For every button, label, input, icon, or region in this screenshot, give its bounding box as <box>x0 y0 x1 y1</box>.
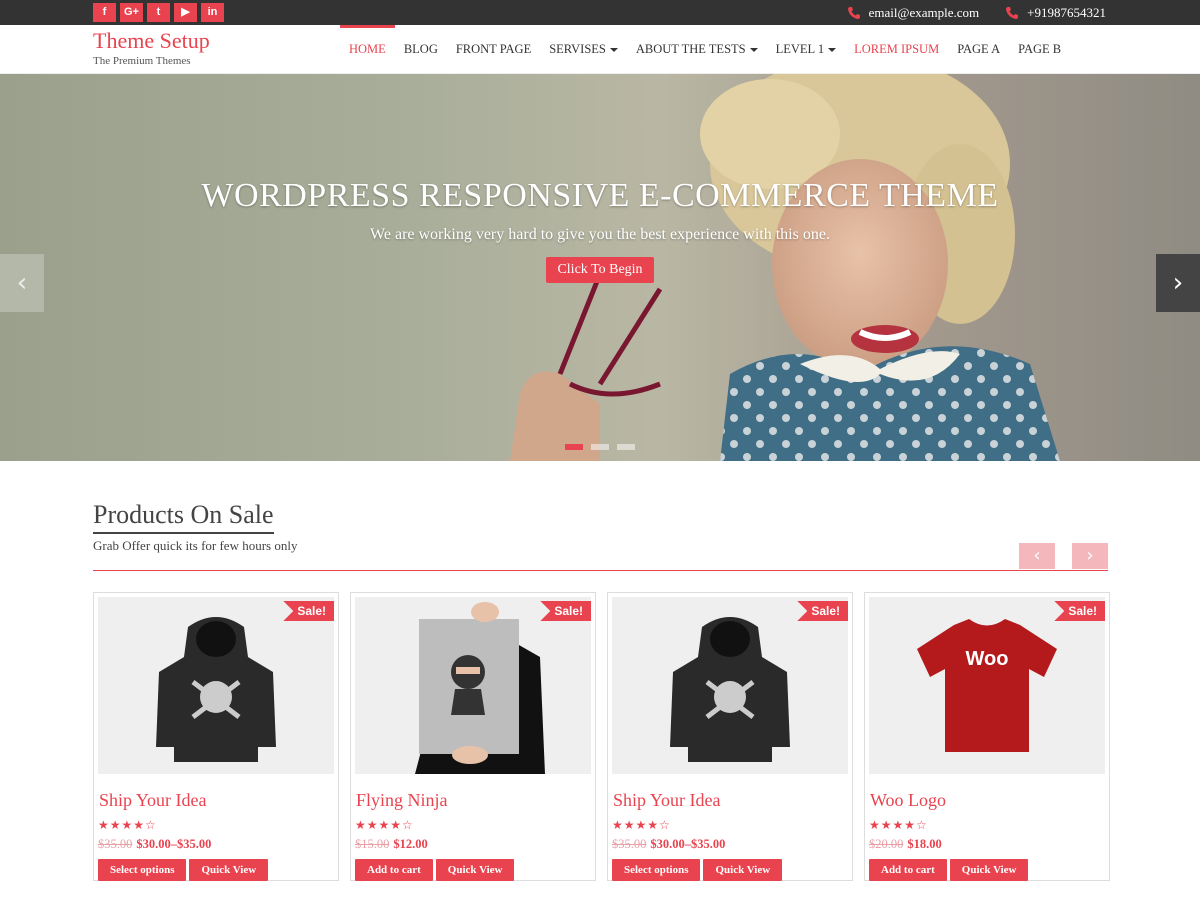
product-image[interactable]: Woo Sale! <box>869 597 1105 774</box>
product-name[interactable]: Ship Your Idea <box>612 790 848 811</box>
section-divider <box>93 570 1108 571</box>
rating-stars: ★★★★☆ <box>612 818 671 832</box>
contact-info: email@example.com +91987654321 <box>847 0 1106 25</box>
hero-subtitle: We are working very hard to give you the… <box>370 226 830 243</box>
ninja-poster-image <box>355 597 591 774</box>
facebook-icon[interactable]: f <box>93 3 116 22</box>
rating-stars: ★★★★☆ <box>355 818 414 832</box>
main-nav: Home Blog Front Page Servises About The … <box>340 25 1070 74</box>
slider-next-button[interactable]: › <box>1156 254 1200 312</box>
product-card[interactable]: Sale! Ship Your Idea ★★★★☆ $35.00 $30.00–… <box>93 592 339 881</box>
chevron-left-icon: ‹ <box>16 268 28 298</box>
quick-view-button[interactable]: Quick View <box>435 859 515 881</box>
product-name[interactable]: Ship Your Idea <box>98 790 334 811</box>
nav-item-lorem-ipsum[interactable]: Lorem Ipsum <box>845 25 948 74</box>
tshirt-image: Woo <box>869 597 1105 774</box>
products-on-sale-section: Products On Sale Grab Offer quick its fo… <box>93 500 1110 881</box>
tshirt-logo-text: Woo <box>966 648 1009 670</box>
sale-price: $30.00–$35.00 <box>650 837 726 851</box>
hoodie-image <box>612 597 848 774</box>
product-card[interactable]: Woo Sale! Woo Logo ★★★★☆ $20.00 $18.00 Ad… <box>864 592 1110 881</box>
sale-price: $30.00–$35.00 <box>136 837 212 851</box>
product-image[interactable]: Sale! <box>355 597 591 774</box>
twitter-icon[interactable]: t <box>147 3 170 22</box>
carousel-next-button[interactable]: › <box>1072 543 1108 569</box>
hero-title: WordPress Responsive E-Commerce Theme <box>201 177 999 214</box>
sale-price: $18.00 <box>907 837 942 851</box>
nav-item-blog[interactable]: Blog <box>395 25 447 74</box>
select-options-button[interactable]: Select options <box>612 859 701 881</box>
sale-price: $12.00 <box>393 837 428 851</box>
quick-view-button[interactable]: Quick View <box>949 859 1029 881</box>
caret-down-icon <box>749 47 758 52</box>
nav-item-about-the-tests[interactable]: About The Tests <box>627 25 767 74</box>
product-list: Sale! Ship Your Idea ★★★★☆ $35.00 $30.00–… <box>93 592 1110 881</box>
phone-icon <box>847 6 860 19</box>
nav-item-page-a[interactable]: Page A <box>948 25 1009 74</box>
slider-dot[interactable] <box>617 444 635 450</box>
slider-prev-button[interactable]: ‹ <box>0 254 44 312</box>
product-card[interactable]: Sale! Ship Your Idea ★★★★☆ $35.00 $30.00–… <box>607 592 853 881</box>
old-price: $15.00 <box>355 837 390 851</box>
add-to-cart-button[interactable]: Add to cart <box>869 859 947 881</box>
product-card[interactable]: Sale! Flying Ninja ★★★★☆ $15.00 $12.00 Ad… <box>350 592 596 881</box>
old-price: $20.00 <box>869 837 904 851</box>
carousel-prev-button[interactable]: ‹ <box>1019 543 1055 569</box>
site-title[interactable]: Theme Setup <box>93 28 210 54</box>
site-tagline: The Premium Themes <box>93 55 191 67</box>
nav-item-home[interactable]: Home <box>340 25 395 74</box>
site-branding: Theme Setup The Premium Themes <box>93 28 210 67</box>
hero-caption: WordPress Responsive E-Commerce Theme We… <box>0 178 1200 283</box>
hero-slider: WordPress Responsive E-Commerce Theme We… <box>0 74 1200 461</box>
hero-cta-button[interactable]: Click To Begin <box>546 257 654 283</box>
contact-email[interactable]: email@example.com <box>869 5 980 21</box>
slider-dot[interactable] <box>591 444 609 450</box>
caret-down-icon <box>828 47 837 52</box>
product-name[interactable]: Woo Logo <box>869 790 1105 811</box>
section-subtitle: Grab Offer quick its for few hours only <box>93 538 298 553</box>
old-price: $35.00 <box>98 837 133 851</box>
rating-stars: ★★★★☆ <box>98 818 157 832</box>
nav-item-level-1[interactable]: Level 1 <box>767 25 845 74</box>
contact-phone[interactable]: +91987654321 <box>1027 5 1106 21</box>
chevron-right-icon: › <box>1172 268 1184 298</box>
top-bar: f G+ t ▶ in email@example.com +919876543… <box>0 0 1200 25</box>
linkedin-icon[interactable]: in <box>201 3 224 22</box>
quick-view-button[interactable]: Quick View <box>703 859 783 881</box>
add-to-cart-button[interactable]: Add to cart <box>355 859 433 881</box>
product-price: $35.00 $30.00–$35.00 <box>98 837 334 852</box>
nav-item-servises[interactable]: Servises <box>540 25 627 74</box>
product-image[interactable]: Sale! <box>612 597 848 774</box>
slider-dot[interactable] <box>565 444 583 450</box>
social-links: f G+ t ▶ in <box>93 3 224 22</box>
nav-item-front-page[interactable]: Front Page <box>447 25 540 74</box>
phone-icon <box>1006 6 1019 19</box>
quick-view-button[interactable]: Quick View <box>189 859 269 881</box>
caret-down-icon <box>609 47 618 52</box>
hoodie-image <box>98 597 334 774</box>
old-price: $35.00 <box>612 837 647 851</box>
select-options-button[interactable]: Select options <box>98 859 187 881</box>
product-price: $35.00 $30.00–$35.00 <box>612 837 848 852</box>
section-title: Products On Sale <box>93 500 274 534</box>
site-header: Theme Setup The Premium Themes Home Blog… <box>0 25 1200 74</box>
google-plus-icon[interactable]: G+ <box>120 3 143 22</box>
youtube-icon[interactable]: ▶ <box>174 3 197 22</box>
carousel-nav: ‹ › <box>1019 543 1108 569</box>
product-name[interactable]: Flying Ninja <box>355 790 591 811</box>
rating-stars: ★★★★☆ <box>869 818 928 832</box>
product-price: $15.00 $12.00 <box>355 837 591 852</box>
slider-indicators <box>565 444 635 450</box>
product-image[interactable]: Sale! <box>98 597 334 774</box>
product-price: $20.00 $18.00 <box>869 837 1105 852</box>
nav-item-page-b[interactable]: Page B <box>1009 25 1070 74</box>
